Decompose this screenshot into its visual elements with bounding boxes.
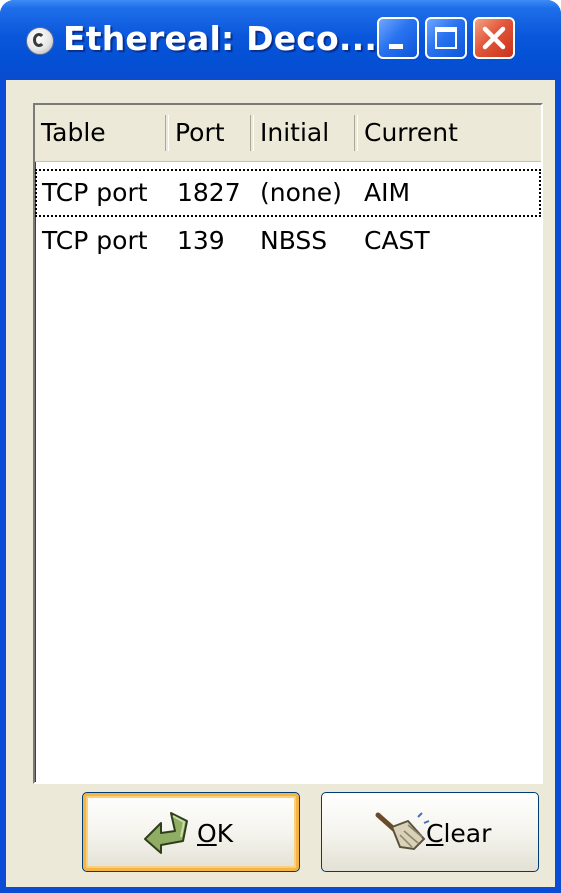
clear-button-label: Clear (426, 819, 492, 848)
cell-port: 1827 (177, 178, 241, 207)
table-row[interactable]: TCP port 1827 (none) AIM (35, 169, 541, 217)
cell-port: 139 (177, 226, 225, 255)
minimize-icon (389, 44, 403, 49)
table-row[interactable]: TCP port 139 NBSS CAST (35, 217, 541, 265)
maximize-button[interactable] (425, 17, 467, 59)
dialog-window: Ethereal: Deco... Table Port Initial Cur… (0, 0, 561, 893)
maximize-icon (435, 27, 457, 49)
title-bar[interactable]: Ethereal: Deco... (0, 0, 561, 80)
ok-button-label: OK (197, 819, 234, 848)
column-header-current[interactable]: Current (358, 105, 538, 161)
decode-as-list[interactable]: Table Port Initial Current TCP port 1827… (33, 103, 543, 784)
broom-icon (375, 812, 430, 851)
cell-initial: (none) (260, 178, 342, 207)
cell-current: AIM (364, 178, 411, 207)
list-header: Table Port Initial Current (35, 105, 541, 162)
cell-table: TCP port (42, 178, 148, 207)
clear-button[interactable]: Clear (321, 792, 539, 872)
column-header-table[interactable]: Table (35, 105, 165, 161)
column-header-initial[interactable]: Initial (254, 105, 358, 161)
column-header-port[interactable]: Port (169, 105, 255, 161)
dialog-client-area: Table Port Initial Current TCP port 1827… (6, 80, 555, 887)
close-button[interactable] (473, 17, 515, 59)
ethereal-app-icon (26, 27, 54, 55)
ok-button[interactable]: OK (82, 792, 300, 872)
close-icon (482, 26, 506, 50)
window-title: Ethereal: Deco... (63, 19, 378, 58)
cell-initial: NBSS (260, 226, 328, 255)
minimize-button[interactable] (377, 17, 419, 59)
ok-arrow-icon (144, 812, 188, 854)
cell-current: CAST (364, 226, 430, 255)
cell-table: TCP port (42, 226, 148, 255)
